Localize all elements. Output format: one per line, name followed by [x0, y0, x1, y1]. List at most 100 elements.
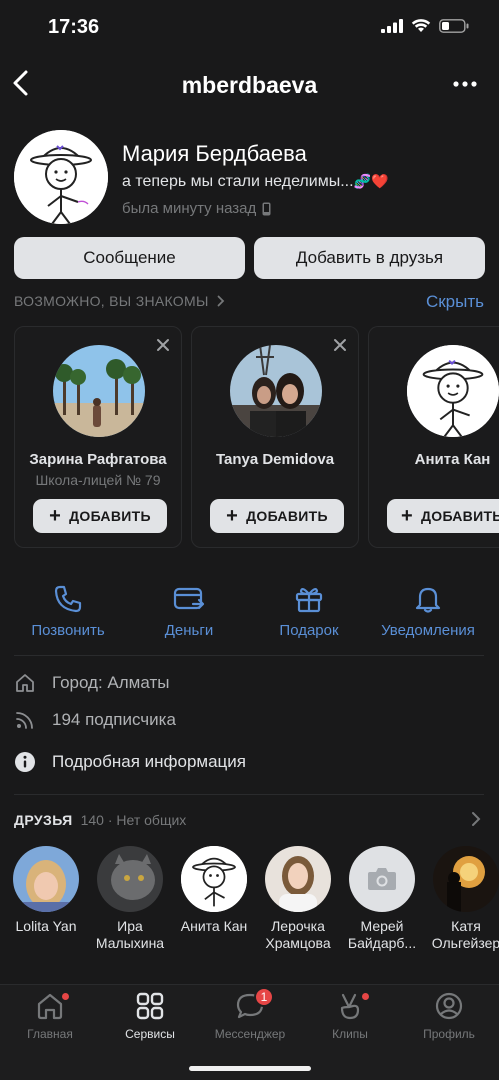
friends-header[interactable]: ДРУЗЬЯ 140 · Нет общих	[14, 812, 186, 828]
tab-services[interactable]: Сервисы	[100, 991, 200, 1041]
gift-action[interactable]: Подарок	[247, 584, 371, 639]
add-suggestion-label: ДОБАВИТЬ	[69, 508, 151, 524]
call-label: Позвонить	[31, 622, 105, 639]
stick-figure-avatar	[407, 345, 499, 437]
status-time: 17:36	[48, 16, 100, 38]
clips-badge-dot	[362, 993, 369, 1000]
add-suggestion-label: ДОБАВИТЬ	[420, 508, 499, 524]
last-seen: была минуту назад	[122, 200, 271, 217]
details-row[interactable]: Подробная информация	[14, 751, 246, 773]
chevron-right-icon	[472, 812, 481, 826]
friend-avatar	[97, 846, 163, 912]
friend-avatar	[181, 846, 247, 912]
plus-icon: +	[226, 505, 239, 527]
notifications-label: Уведомления	[381, 622, 475, 639]
friend-item[interactable]: Анита Кан	[173, 846, 255, 935]
suggestion-avatar[interactable]	[53, 345, 145, 437]
call-action[interactable]: Позвонить	[6, 584, 130, 639]
city-text: Город: Алматы	[52, 673, 170, 692]
camera-icon	[368, 868, 396, 890]
friends-more-button[interactable]	[471, 811, 481, 827]
add-friend-button[interactable]: Добавить в друзья	[254, 237, 485, 279]
gift-icon	[295, 587, 323, 613]
info-icon	[15, 752, 35, 772]
services-icon	[136, 992, 164, 1020]
profile-status-emoji: 🧬❤️	[353, 173, 389, 189]
home-icon	[37, 993, 63, 1020]
friend-item[interactable]: Лерочка Храмцова	[257, 846, 339, 952]
last-seen-text: была минуту назад	[122, 200, 257, 217]
add-suggestion-button[interactable]: + ДОБАВИТЬ	[33, 499, 167, 533]
gift-label: Подарок	[279, 622, 339, 639]
tab-messenger-label: Мессенджер	[214, 1027, 286, 1041]
tab-home[interactable]: Главная	[0, 991, 100, 1041]
friend-name: Лерочка Храмцова	[265, 918, 331, 951]
message-button[interactable]: Сообщение	[14, 237, 245, 279]
friend-avatar	[349, 846, 415, 912]
friend-avatar	[433, 846, 499, 912]
profile-icon	[435, 992, 463, 1020]
suggestion-card[interactable]: Зарина Рафгатова Школа-лицей № 79 + ДОБА…	[14, 326, 182, 548]
more-button[interactable]	[453, 80, 477, 88]
messenger-badge: 1	[254, 987, 274, 1007]
bell-icon	[415, 587, 441, 613]
close-icon[interactable]	[156, 338, 170, 352]
rss-icon	[16, 712, 33, 729]
two-girls-photo	[230, 345, 322, 437]
details-text: Подробная информация	[52, 752, 246, 771]
suggestion-name: Tanya Demidova	[215, 451, 335, 468]
suggestion-avatar[interactable]	[230, 345, 322, 437]
profile-name: Мария Бердбаева	[122, 141, 307, 166]
friend-item[interactable]: Lolita Yan	[5, 846, 87, 935]
status-icons	[381, 19, 469, 33]
tab-messenger[interactable]: 1 Мессенджер	[200, 987, 300, 1041]
stick-figure-avatar	[14, 130, 108, 224]
signal-icon	[381, 19, 403, 33]
add-suggestion-button[interactable]: + ДОБАВИТЬ	[210, 499, 344, 533]
home-icon	[16, 674, 34, 692]
suggestion-avatar[interactable]	[407, 345, 499, 437]
chevron-right-icon	[217, 295, 224, 307]
profile-status: а теперь мы стали неделимы...🧬❤️	[122, 173, 388, 191]
close-icon[interactable]	[333, 338, 347, 352]
friend-item[interactable]: Катя Ольгейзер	[425, 846, 499, 952]
page-title: mberdbaeva	[181, 72, 318, 98]
friend-name: Lolita Yan	[15, 918, 77, 934]
suggestion-subtitle: Школа-лицей № 79	[35, 472, 161, 488]
friend-name: Мерей Байдарб...	[347, 918, 417, 951]
suggestion-card[interactable]: Tanya Demidova + ДОБАВИТЬ	[191, 326, 359, 548]
more-dots-icon	[453, 81, 477, 87]
money-action[interactable]: Деньги	[127, 584, 251, 639]
tab-clips-label: Клипы	[332, 1027, 368, 1041]
divider	[14, 794, 484, 795]
city-row: Город: Алматы	[14, 672, 169, 694]
suggestions-title: ВОЗМОЖНО, ВЫ ЗНАКОМЫ	[14, 293, 209, 309]
friend-avatar	[13, 846, 79, 912]
friend-avatar	[265, 846, 331, 912]
phone-icon	[54, 585, 82, 613]
plus-icon: +	[49, 505, 62, 527]
suggestions-header[interactable]: ВОЗМОЖНО, ВЫ ЗНАКОМЫ	[14, 293, 225, 309]
palm-street-photo	[53, 345, 145, 437]
profile-avatar[interactable]	[14, 130, 108, 224]
hide-suggestions-link[interactable]: Скрыть	[426, 292, 484, 312]
tab-clips[interactable]: Клипы	[300, 991, 400, 1041]
followers-row[interactable]: 194 подписчика	[14, 709, 176, 731]
home-badge-dot	[62, 993, 69, 1000]
wifi-icon	[411, 19, 431, 32]
tab-home-label: Главная	[27, 1027, 73, 1041]
add-suggestion-label: ДОБАВИТЬ	[246, 508, 328, 524]
tab-profile[interactable]: Профиль	[399, 991, 499, 1041]
friends-count: 140 · Нет общих	[80, 812, 187, 828]
suggestion-card[interactable]: Анита Кан + ДОБАВИТЬ	[368, 326, 499, 548]
followers-text: 194 подписчика	[52, 710, 176, 729]
money-label: Деньги	[164, 622, 214, 639]
friend-name: Ира Малыхина	[95, 918, 165, 951]
notifications-action[interactable]: Уведомления	[366, 584, 490, 639]
add-suggestion-button[interactable]: + ДОБАВИТЬ	[387, 499, 499, 533]
friend-item[interactable]: Ира Малыхина	[89, 846, 171, 952]
home-indicator	[189, 1066, 311, 1071]
card-icon	[173, 587, 205, 610]
friend-name: Анита Кан	[180, 918, 248, 934]
friend-item[interactable]: Мерей Байдарб...	[341, 846, 423, 952]
